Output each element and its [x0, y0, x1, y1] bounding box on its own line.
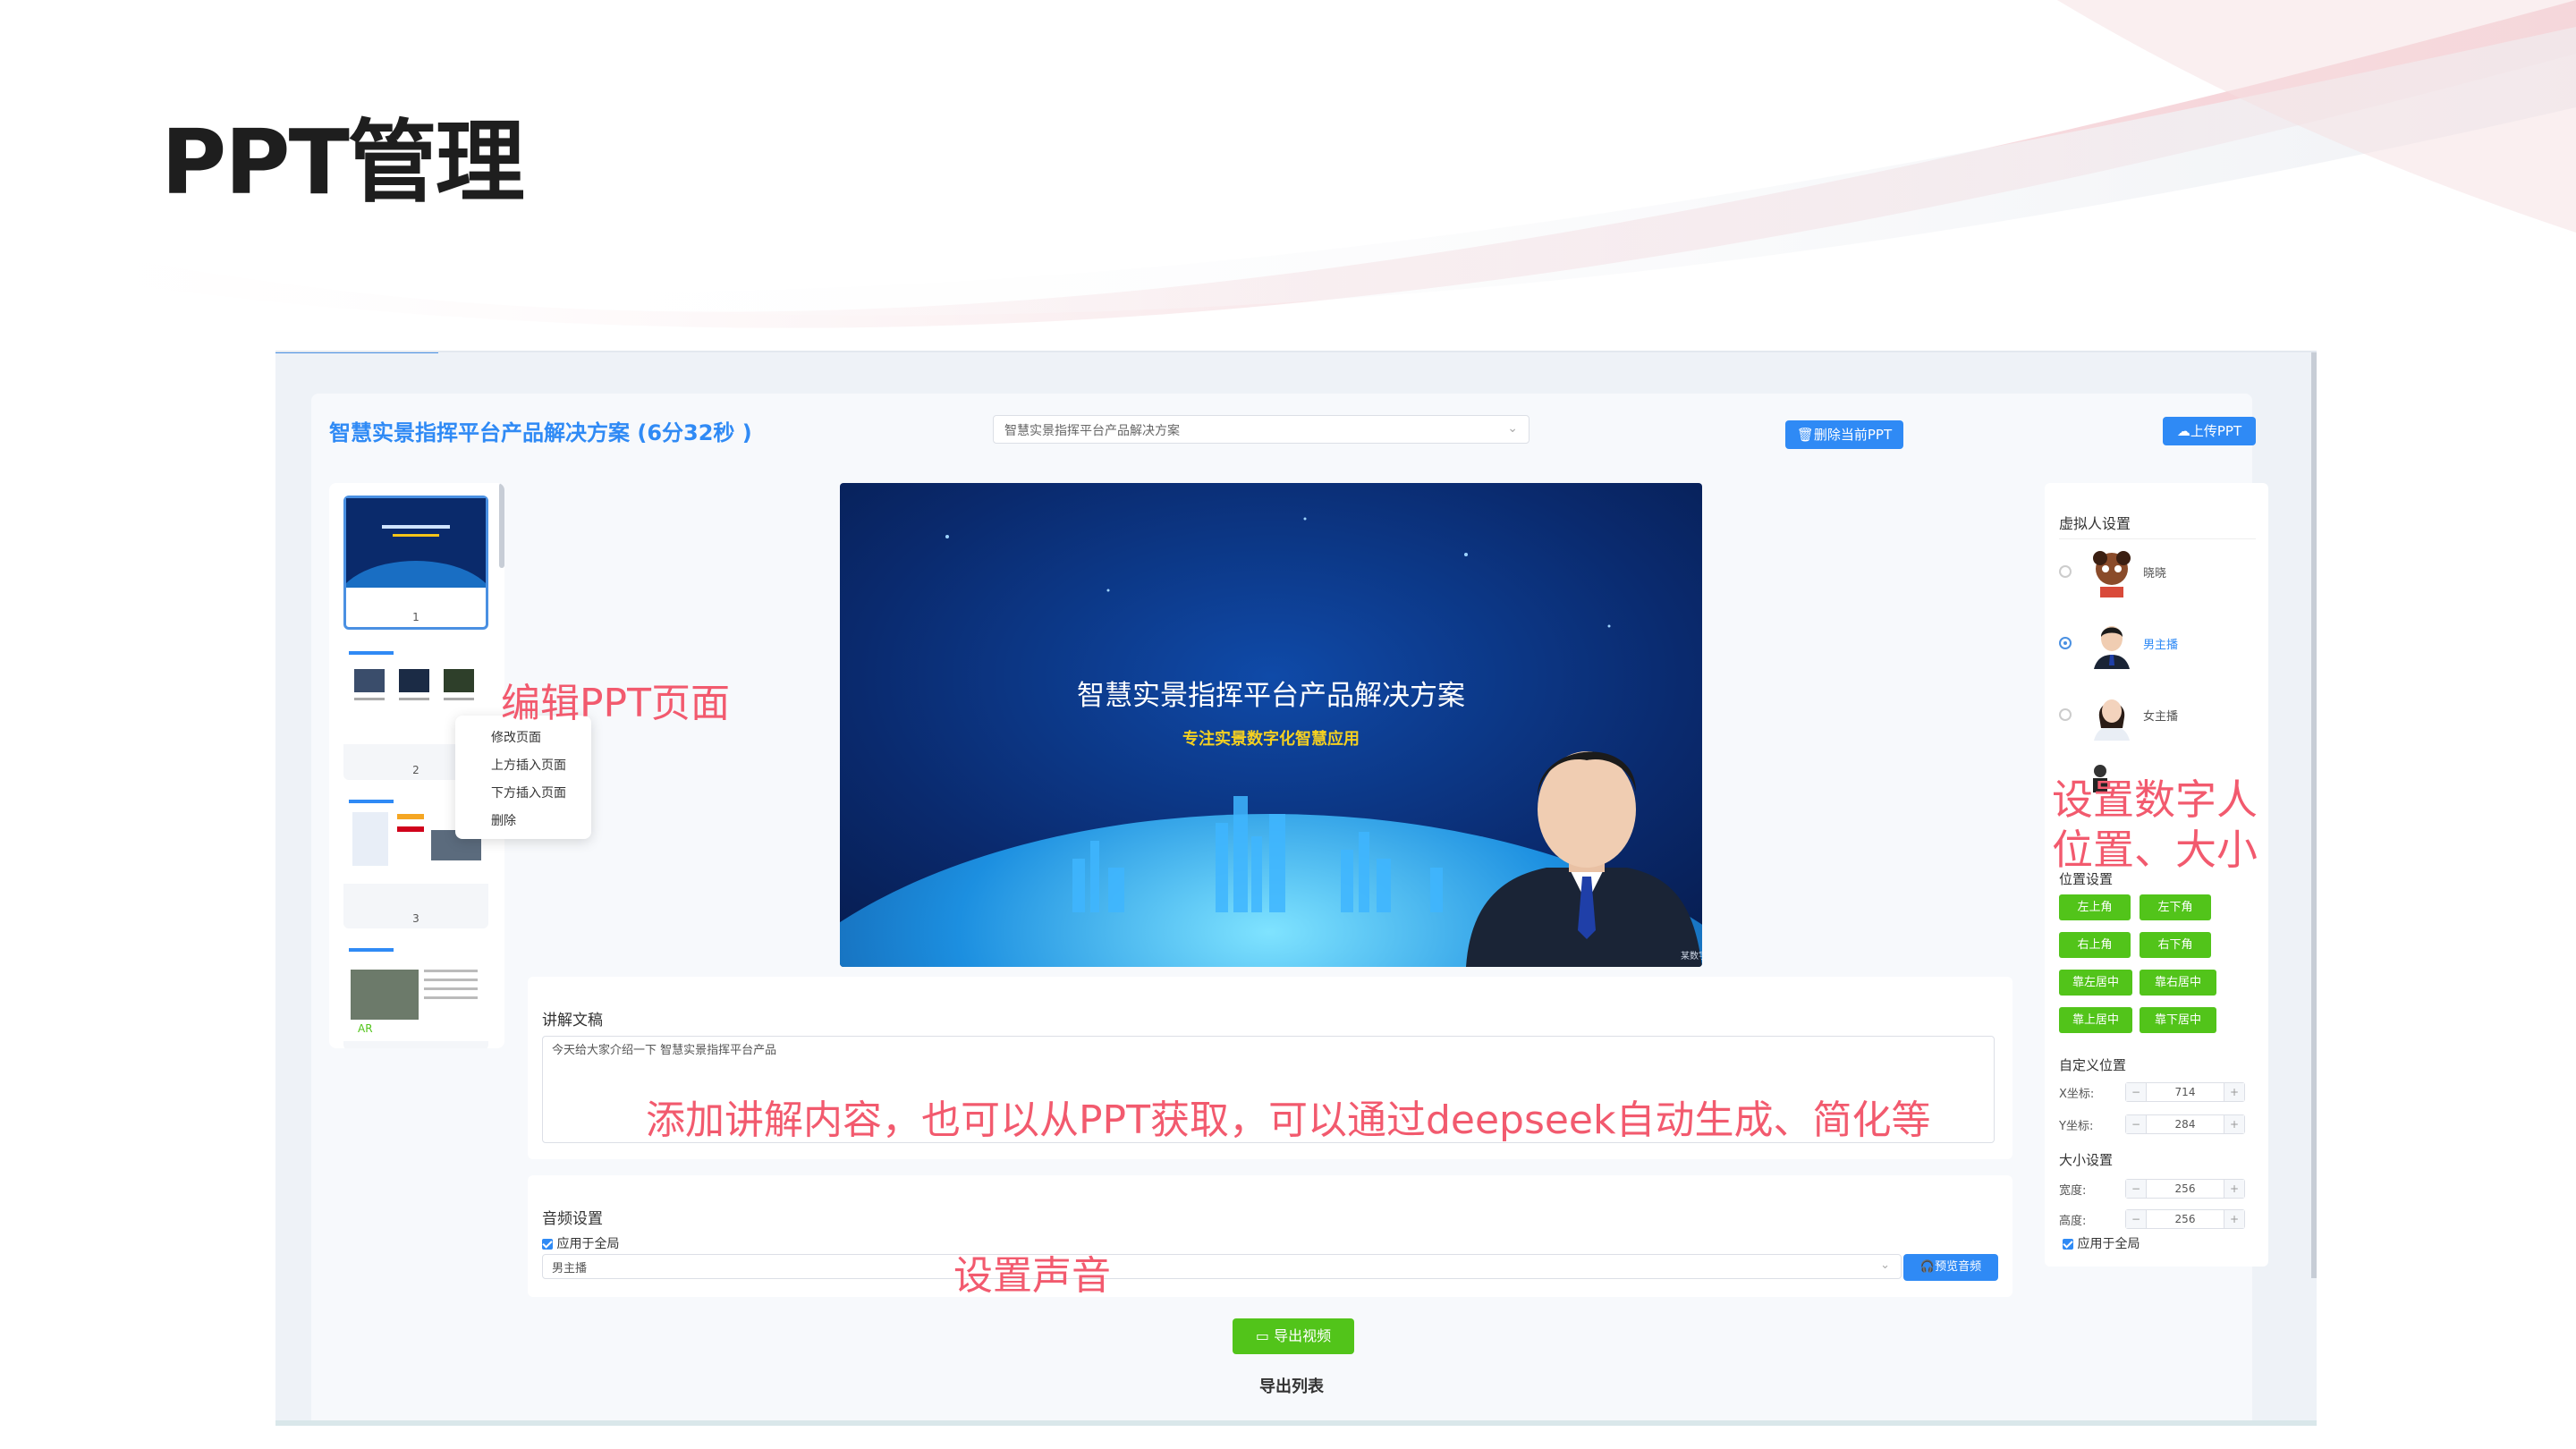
- slide-preview: 智慧实景指挥平台产品解决方案 专注实景数字化智慧应用 某数字: [840, 483, 1702, 967]
- checkbox-icon: [542, 1239, 553, 1250]
- thumbnail-context-menu: 修改页面 上方插入页面 下方插入页面 删除: [455, 716, 591, 839]
- minus-icon[interactable]: −: [2126, 1115, 2147, 1133]
- height-value: 256: [2174, 1213, 2196, 1225]
- annotation-set-voice: 设置声音: [953, 1253, 1111, 1299]
- female-anchor-avatar-image: [2094, 699, 2130, 741]
- audio-label: 音频设置: [542, 1210, 603, 1228]
- export-list-title: 导出列表: [1259, 1377, 1324, 1396]
- delete-ppt-label: 删除当前PPT: [1813, 427, 1893, 443]
- project-select-value: 智慧实景指挥平台产品解决方案: [1004, 424, 1180, 438]
- y-coordinate-stepper[interactable]: − 284 +: [2125, 1114, 2245, 1134]
- x-coordinate-label: X坐标:: [2059, 1088, 2095, 1101]
- voice-select-value: 男主播: [552, 1262, 588, 1275]
- menu-item-insert-below[interactable]: 下方插入页面: [491, 784, 566, 801]
- main-panel: 智慧实景指挥平台产品解决方案 (6分32秒 ) 智慧实景指挥平台产品解决方案 ⌄…: [311, 394, 2268, 1426]
- avatar-name: 晓晓: [2143, 567, 2167, 580]
- plus-icon[interactable]: +: [2224, 1210, 2244, 1228]
- y-coordinate-label: Y坐标:: [2059, 1120, 2094, 1133]
- script-label: 讲解文稿: [542, 1012, 603, 1030]
- video-icon: ▭: [1255, 1327, 1269, 1344]
- size-settings-title: 大小设置: [2059, 1152, 2114, 1168]
- svg-text:AR: AR: [358, 1022, 373, 1035]
- window-scrollbar[interactable]: [2311, 352, 2317, 1278]
- menu-item-delete[interactable]: 删除: [491, 811, 516, 829]
- avatar-settings-title: 虚拟人设置: [2059, 515, 2131, 532]
- position-bottom-right-button[interactable]: 右下角: [2140, 932, 2211, 958]
- minus-icon[interactable]: −: [2126, 1210, 2147, 1228]
- thumbnail-scrollbar[interactable]: [499, 483, 504, 568]
- plus-icon[interactable]: +: [2224, 1180, 2244, 1198]
- menu-item-insert-above[interactable]: 上方插入页面: [491, 756, 566, 774]
- app-bottom-bar: [275, 1420, 2317, 1426]
- project-title: 智慧实景指挥平台产品解决方案 (6分32秒 ): [329, 420, 752, 445]
- position-bottom-left-button[interactable]: 左下角: [2140, 894, 2211, 920]
- avatar-apply-global-checkbox[interactable]: 应用于全局: [2063, 1234, 2140, 1252]
- y-coordinate-value: 284: [2174, 1118, 2196, 1131]
- minus-icon[interactable]: −: [2126, 1083, 2147, 1101]
- thumbnail-number: 3: [412, 912, 419, 925]
- x-coordinate-value: 714: [2174, 1086, 2196, 1098]
- export-video-label: 导出视频: [1274, 1327, 1332, 1344]
- thumbnail-item[interactable]: 1: [343, 496, 488, 630]
- annotation-add-script: 添加讲解内容，也可以从PPT获取，可以通过deepseek自动生成、简化等: [646, 1097, 1931, 1143]
- thumbnail-image: AR: [343, 943, 488, 1041]
- slide-title-text: 智慧实景指挥平台产品解决方案: [1077, 680, 1465, 712]
- delete-ppt-button[interactable]: 🗑删除当前PPT: [1785, 420, 1903, 449]
- menu-item-edit-page[interactable]: 修改页面: [491, 728, 541, 746]
- position-top-left-button[interactable]: 左上角: [2059, 894, 2131, 920]
- height-label: 高度:: [2059, 1215, 2087, 1228]
- active-tab-indicator: [275, 352, 438, 353]
- cloud-upload-icon: ☁: [2176, 423, 2190, 439]
- voice-select[interactable]: 男主播 ⌄: [542, 1254, 1902, 1279]
- thumbnail-image: [346, 498, 486, 588]
- slide-watermark: 某数字: [1681, 950, 1702, 962]
- cartoon-avatar-image: [2093, 551, 2131, 597]
- position-bottom-center-button[interactable]: 靠下居中: [2140, 1007, 2216, 1033]
- avatar-name: 男主播: [2143, 639, 2179, 652]
- slide-preview-image: 智慧实景指挥平台产品解决方案 专注实景数字化智慧应用 某数字: [840, 483, 1702, 967]
- width-value: 256: [2174, 1182, 2196, 1195]
- preview-audio-button[interactable]: 🎧预览音频: [1903, 1254, 1998, 1281]
- audio-card: 音频设置 应用于全局 男主播 ⌄ 🎧预览音频: [528, 1175, 2012, 1297]
- custom-position-title: 自定义位置: [2059, 1057, 2127, 1073]
- annotation-edit-page: 编辑PPT页面: [501, 681, 730, 726]
- male-anchor-avatar-image: [2094, 626, 2130, 669]
- thumbnail-number: 1: [412, 611, 419, 623]
- avatar-radio[interactable]: [2059, 565, 2072, 578]
- plus-icon[interactable]: +: [2224, 1115, 2244, 1133]
- height-stepper[interactable]: − 256 +: [2125, 1209, 2245, 1229]
- position-top-right-button[interactable]: 右上角: [2059, 932, 2131, 958]
- annotation-set-avatar-line2: 位置、大小: [2052, 826, 2258, 874]
- upload-ppt-button[interactable]: ☁上传PPT: [2163, 417, 2256, 445]
- position-left-center-button[interactable]: 靠左居中: [2059, 970, 2132, 996]
- project-select[interactable]: 智慧实景指挥平台产品解决方案 ⌄: [993, 415, 1530, 444]
- position-top-center-button[interactable]: 靠上居中: [2059, 1007, 2132, 1033]
- divider: [2059, 538, 2256, 539]
- x-coordinate-stepper[interactable]: − 714 +: [2125, 1082, 2245, 1102]
- preview-audio-label: 预览音频: [1935, 1260, 1982, 1274]
- audio-apply-global-label: 应用于全局: [556, 1237, 620, 1251]
- checkbox-icon: [2063, 1239, 2073, 1250]
- chevron-down-icon: ⌄: [1507, 421, 1518, 436]
- slide-subtitle-text: 专注实景数字化智慧应用: [1182, 729, 1360, 749]
- app-window: 智慧实景指挥平台产品解决方案 (6分32秒 ) 智慧实景指挥平台产品解决方案 ⌄…: [275, 351, 2317, 1426]
- export-video-button[interactable]: ▭ 导出视频: [1233, 1318, 1354, 1354]
- width-stepper[interactable]: − 256 +: [2125, 1179, 2245, 1199]
- chevron-down-icon: ⌄: [1880, 1258, 1890, 1272]
- position-right-center-button[interactable]: 靠右居中: [2140, 970, 2216, 996]
- width-label: 宽度:: [2059, 1184, 2087, 1198]
- audio-apply-global-checkbox[interactable]: 应用于全局: [542, 1234, 619, 1252]
- avatar-apply-global-label: 应用于全局: [2077, 1237, 2140, 1251]
- minus-icon[interactable]: −: [2126, 1180, 2147, 1198]
- avatar-radio[interactable]: [2059, 637, 2072, 649]
- script-text: 今天给大家介绍一下 智慧实景指挥平台产品: [552, 1044, 777, 1057]
- page-title: PPT管理: [161, 110, 525, 215]
- avatar-radio[interactable]: [2059, 708, 2072, 721]
- plus-icon[interactable]: +: [2224, 1083, 2244, 1101]
- thumbnail-item[interactable]: AR: [343, 943, 488, 1048]
- headphones-icon: 🎧: [1919, 1260, 1936, 1274]
- avatar-name: 女主播: [2143, 710, 2179, 724]
- trash-icon: 🗑: [1796, 427, 1814, 443]
- upload-ppt-label: 上传PPT: [2190, 423, 2242, 439]
